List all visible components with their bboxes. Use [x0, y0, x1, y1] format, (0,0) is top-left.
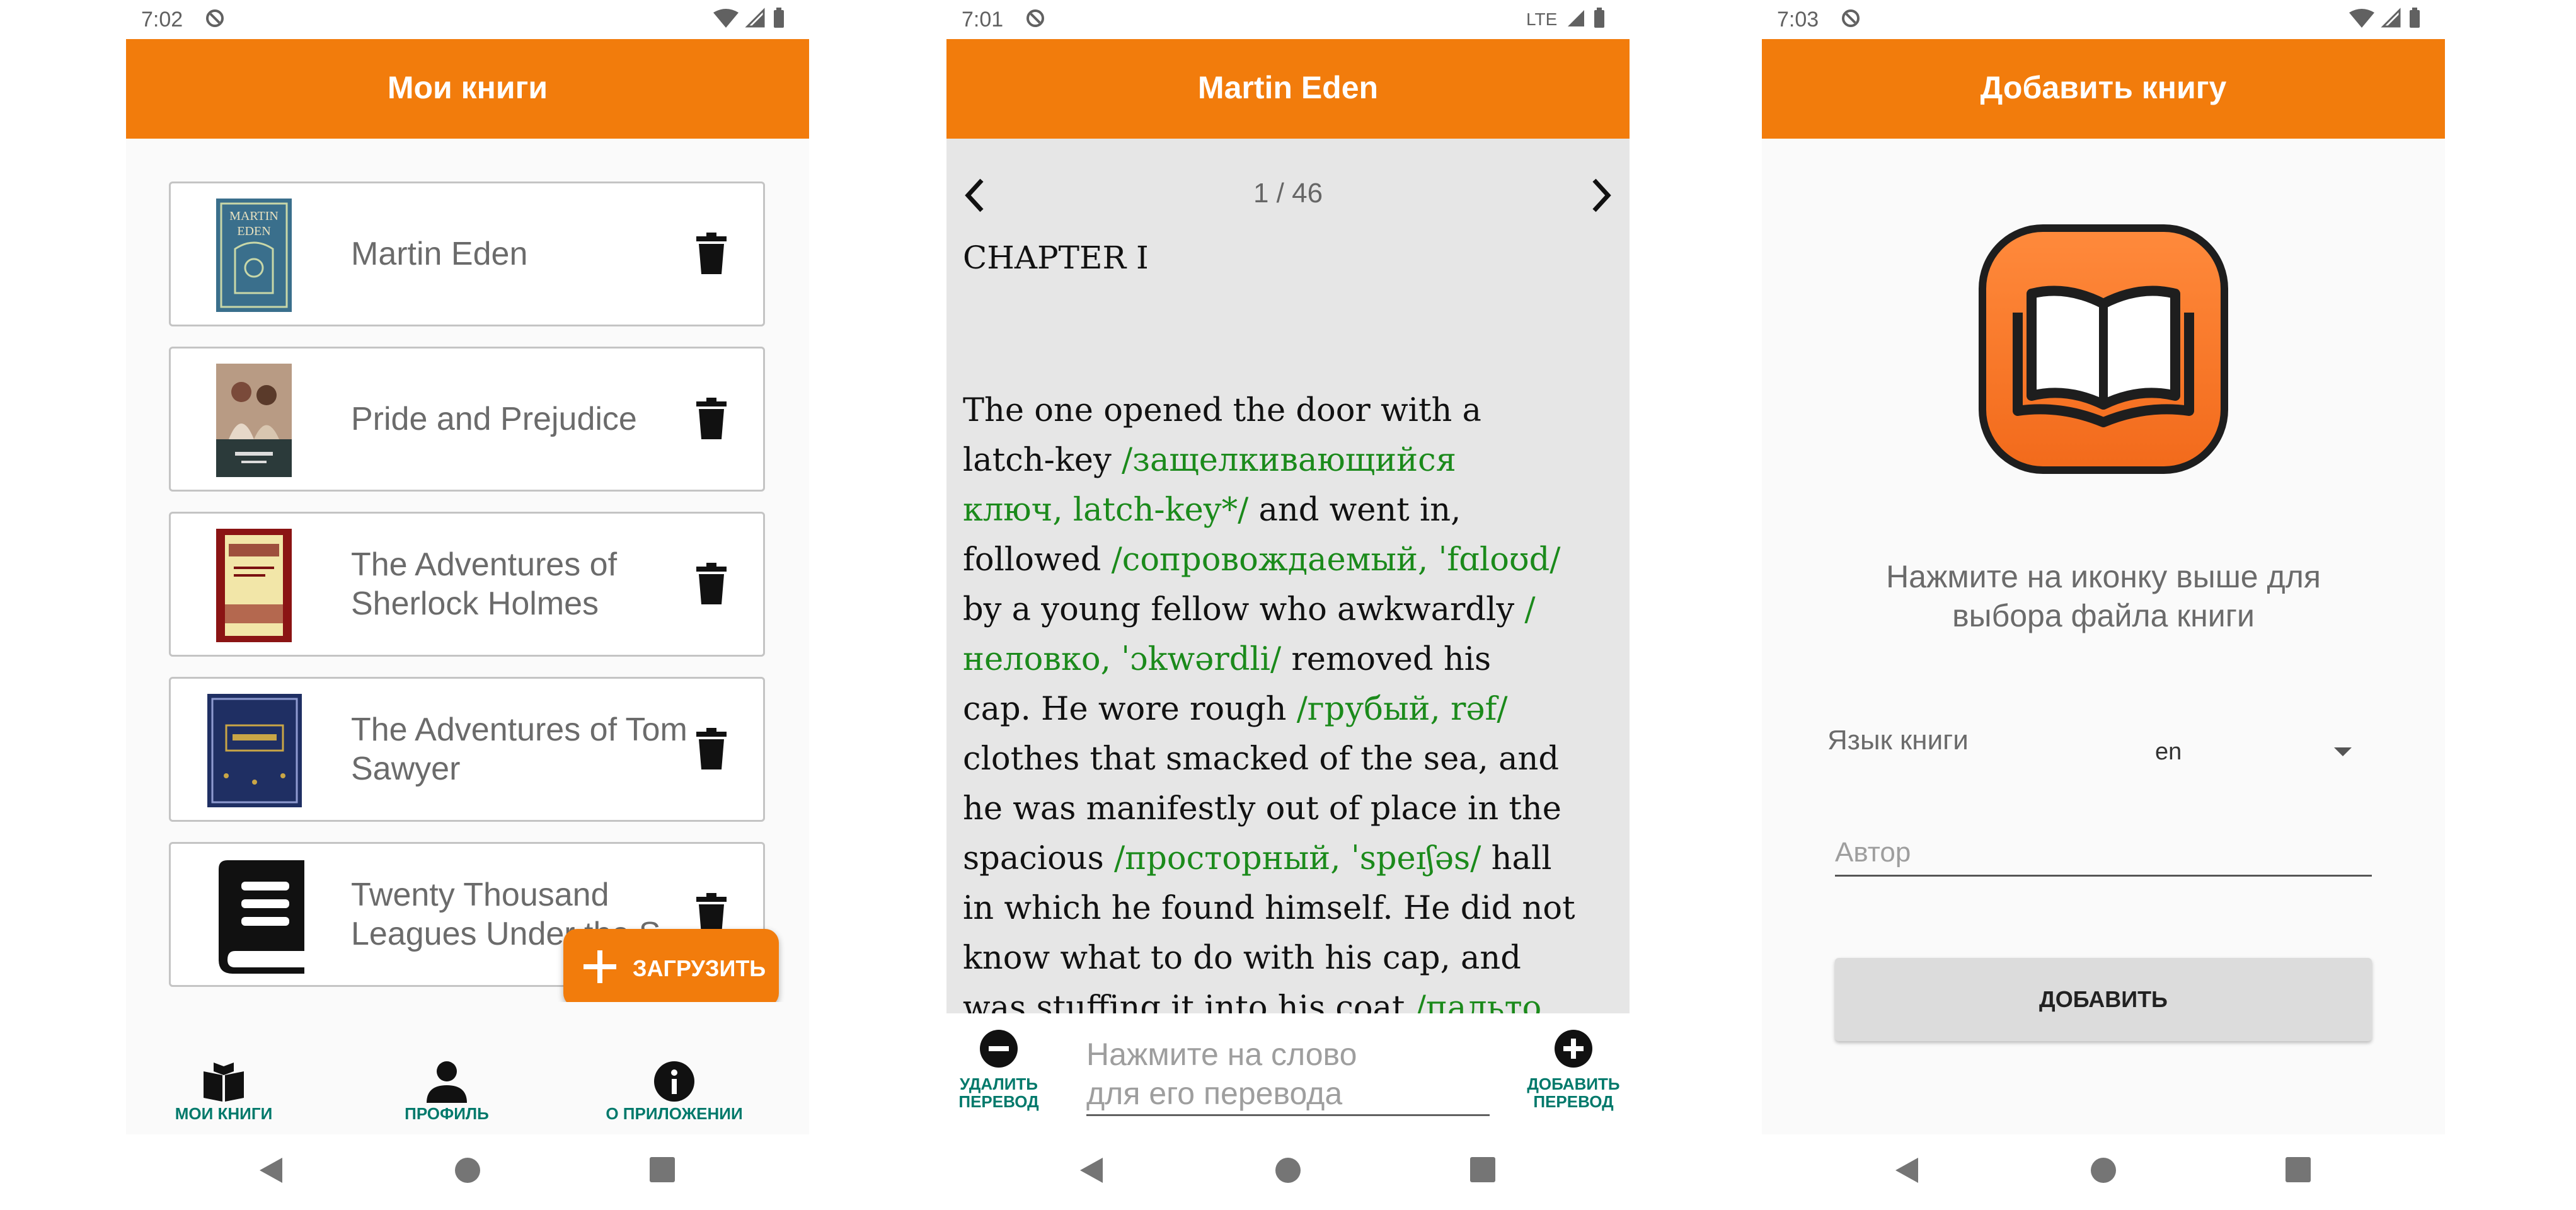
translation-span[interactable]: /грубый, rəf/: [1297, 691, 1508, 728]
do-not-disturb-icon: [206, 9, 224, 27]
person-icon: [427, 1061, 467, 1103]
translation-span[interactable]: /сопровождаемый, ˈfɑloʊd/: [1112, 541, 1561, 579]
delete-icon[interactable]: [691, 562, 732, 606]
book-title: Pride and Prejudice: [351, 401, 637, 437]
book-title: The Adventures of Sherlock Holmes: [351, 546, 618, 622]
nav-label: О ПРИЛОЖЕНИИ: [606, 1104, 743, 1123]
plus-icon: [584, 950, 616, 983]
system-nav-bar: [1762, 1134, 2445, 1210]
recents-nav-icon[interactable]: [2285, 1156, 2311, 1183]
dropdown-arrow-icon: [2334, 747, 2352, 756]
book-card[interactable]: MARTIN EDEN Martin Eden: [169, 182, 765, 326]
status-time: 7:02: [141, 8, 183, 32]
book-text[interactable]: The one opened the door with a latch-key…: [963, 386, 1612, 1013]
do-not-disturb-icon: [1842, 9, 1860, 27]
add-translation-button[interactable]: ДОБАВИТЬ ПЕРЕВОД: [1526, 1028, 1621, 1110]
home-nav-icon[interactable]: [454, 1156, 481, 1184]
language-value: en: [2155, 739, 2182, 765]
minus-circle-icon: [980, 1030, 1018, 1068]
nav-label: ПРОФИЛЬ: [405, 1104, 489, 1123]
system-nav-bar: [126, 1134, 809, 1210]
signal-battery-icon: [713, 8, 784, 28]
page-indicator: 1 / 46: [1253, 178, 1323, 209]
remove-translation-button[interactable]: УДАЛИТЬ ПЕРЕВОД: [952, 1028, 1046, 1110]
recents-nav-icon[interactable]: [1469, 1156, 1496, 1183]
status-bar: 7:02: [126, 0, 809, 39]
status-time: 7:03: [1777, 8, 1819, 32]
back-nav-icon[interactable]: [1894, 1156, 1919, 1184]
book-open-icon: [204, 1063, 244, 1102]
book-title: Martin Eden: [351, 236, 528, 272]
home-nav-icon[interactable]: [2090, 1156, 2117, 1184]
status-bar: 7:01 LTE: [946, 0, 1630, 39]
upload-label: ЗАГРУЗИТЬ: [633, 955, 766, 981]
delete-icon[interactable]: [691, 231, 732, 275]
pick-file-book-icon[interactable]: [1979, 224, 2228, 474]
home-nav-icon[interactable]: [1274, 1156, 1302, 1184]
book-cover-sherlock: [216, 529, 292, 642]
nav-profile[interactable]: ПРОФИЛЬ: [352, 1002, 541, 1134]
book-cover-martin-eden: MARTINEDEN: [216, 199, 292, 312]
plus-circle-icon: [1555, 1030, 1592, 1068]
book-icon: [219, 860, 304, 974]
status-time: 7:01: [962, 8, 1004, 32]
app-bar: Martin Eden: [946, 39, 1630, 139]
remove-translation-label: УДАЛИТЬ ПЕРЕВОД: [958, 1075, 1039, 1111]
nav-about[interactable]: О ПРИЛОЖЕНИИ: [580, 1002, 769, 1134]
page-title: Добавить книгу: [1980, 70, 2227, 105]
back-nav-icon[interactable]: [1079, 1156, 1104, 1184]
screen-reader: 7:01 LTE Martin Eden 1 / 46 CHAPTER I Th…: [946, 0, 1630, 1210]
upload-fab-button[interactable]: ЗАГРУЗИТЬ: [563, 929, 779, 1007]
translation-bar: УДАЛИТЬ ПЕРЕВОД Нажмите на слово для его…: [946, 1013, 1630, 1134]
book-card[interactable]: The Adventures of Tom Sawyer: [169, 677, 765, 822]
svg-text:EDEN: EDEN: [237, 224, 270, 238]
network-label: LTE: [1526, 9, 1557, 29]
app-bar: Добавить книгу: [1762, 39, 2445, 139]
signal-battery-icon: [2349, 8, 2420, 28]
add-translation-label: ДОБАВИТЬ ПЕРЕВОД: [1527, 1075, 1620, 1111]
recents-nav-icon[interactable]: [649, 1156, 676, 1183]
status-bar: 7:03: [1762, 0, 2445, 39]
screen-my-books: 7:02 Мои книги MARTIN EDEN Martin Eden Pr…: [126, 0, 809, 1210]
text-span[interactable]: by a young fellow who awkwardly: [963, 591, 1524, 628]
book-card[interactable]: The Adventures of Sherlock Holmes: [169, 512, 765, 657]
page-title: Martin Eden: [1197, 70, 1379, 105]
book-title: The Adventures of Tom Sawyer: [351, 712, 687, 787]
nav-label: МОИ КНИГИ: [175, 1104, 273, 1123]
screen-add-book: 7:03 Добавить книгу Нажмите на иконку вы…: [1762, 0, 2445, 1210]
language-label: Язык книги: [1827, 725, 1969, 756]
app-bar: Мои книги: [126, 39, 809, 139]
translation-hint: Нажмите на слово для его перевода: [1086, 1035, 1490, 1116]
svg-text:MARTIN: MARTIN: [229, 209, 279, 223]
translation-span[interactable]: /просторный, ˈspeɪʃəs/: [1114, 840, 1481, 877]
nav-my-books[interactable]: МОИ КНИГИ: [129, 1002, 318, 1134]
author-field[interactable]: Автор: [1835, 837, 2372, 877]
system-nav-bar: [946, 1134, 1630, 1210]
book-list: MARTIN EDEN Martin Eden Pride and Prejudi…: [126, 139, 809, 1134]
book-card[interactable]: Pride and Prejudice: [169, 347, 765, 492]
signal-battery-icon: LTE: [1526, 8, 1604, 29]
reader-page[interactable]: 1 / 46 CHAPTER I The one opened the door…: [946, 139, 1630, 1013]
add-book-form: Нажмите на иконку выше для выбора файла …: [1762, 139, 2445, 1134]
page-title: Мои книги: [387, 70, 548, 105]
back-nav-icon[interactable]: [258, 1156, 284, 1184]
translation-span[interactable]: /пальто: [1415, 989, 1542, 1013]
chapter-heading: CHAPTER I: [963, 239, 1149, 276]
book-cover-pride-prejudice: [216, 364, 292, 477]
delete-icon[interactable]: [691, 727, 732, 771]
add-book-button[interactable]: ДОБАВИТЬ: [1835, 958, 2372, 1041]
chevron-right-icon[interactable]: [1589, 176, 1614, 214]
info-icon: [654, 1061, 694, 1102]
bottom-navigation: МОИ КНИГИ ПРОФИЛЬ О ПРИЛОЖЕНИИ: [126, 1002, 809, 1134]
file-pick-hint: Нажмите на иконку выше для выбора файла …: [1886, 559, 2321, 633]
book-cover-tom-sawyer: [207, 694, 302, 807]
do-not-disturb-icon: [1026, 9, 1044, 27]
delete-icon[interactable]: [691, 396, 732, 441]
